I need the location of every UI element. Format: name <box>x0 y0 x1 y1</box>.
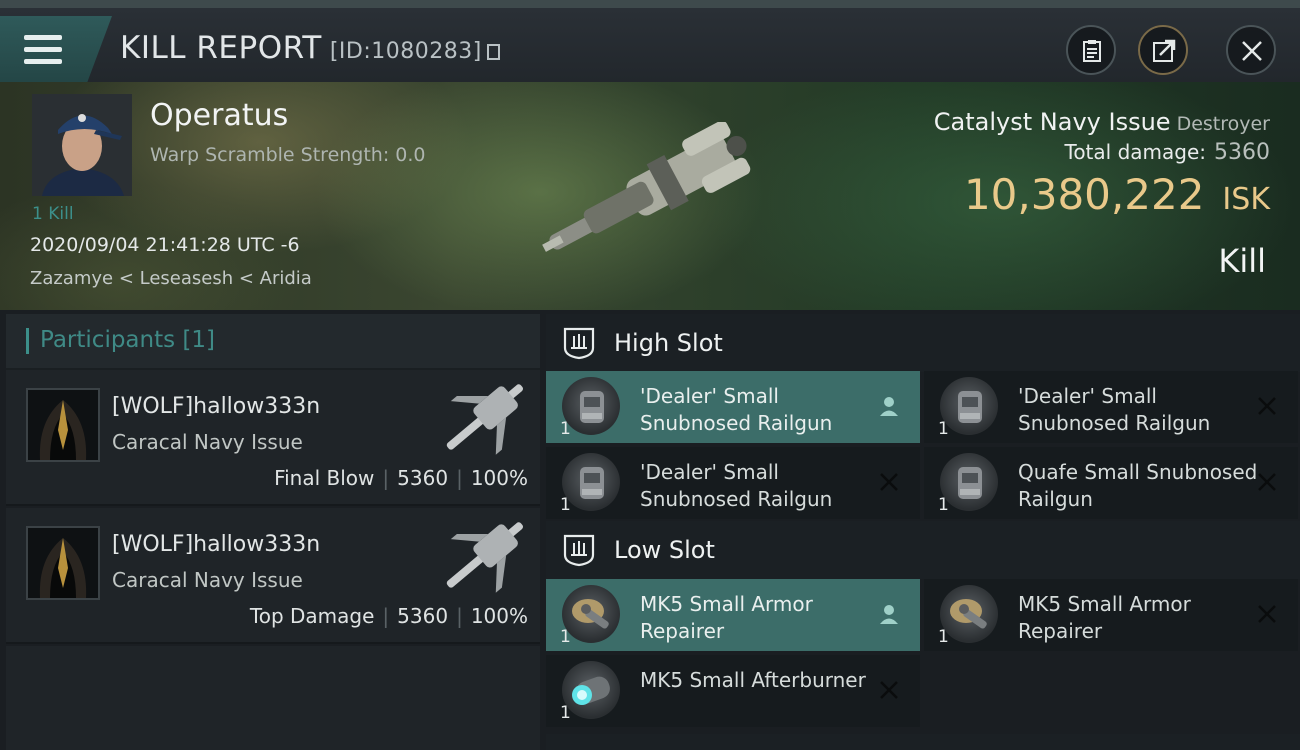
participant-ship: Caracal Navy Issue <box>112 430 303 454</box>
module-quantity: 1 <box>938 627 949 647</box>
module-name: MK5 Small Afterburner <box>640 668 866 692</box>
menu-button[interactable] <box>0 16 112 82</box>
ship-class: Destroyer <box>1176 113 1270 135</box>
victim-ship-name: Catalyst Navy Issue Destroyer <box>934 108 1270 136</box>
person-icon <box>880 605 898 624</box>
stats-separator: | <box>382 604 390 628</box>
module-name: MK5 Small Armor Repairer <box>1018 592 1191 643</box>
participant-role: Final Blow <box>274 466 375 490</box>
hooded-pilot-image <box>28 528 98 598</box>
module-item[interactable]: 1 MK5 Small Afterburner <box>546 655 920 727</box>
window-title: KILL REPORT [ID:1080283] <box>120 30 500 66</box>
participants-title: Participants [1] <box>40 327 215 353</box>
warp-scramble-strength: Warp Scramble Strength: 0.0 <box>150 144 426 166</box>
participant-role: Top Damage <box>249 604 375 628</box>
x-icon <box>1258 473 1276 491</box>
module-name: MK5 Small Armor Repairer <box>640 592 813 643</box>
title-bar: KILL REPORT [ID:1080283] <box>0 0 1300 82</box>
participant-name: [WOLF]hallow333n <box>112 532 321 557</box>
participant-damage: 5360 <box>397 466 449 490</box>
module-item[interactable]: 1 Quafe Small Snubnosed Railgun <box>924 447 1298 519</box>
participants-header: Participants [1] <box>6 314 540 370</box>
person-icon <box>880 397 898 416</box>
clipboard-button[interactable] <box>1066 25 1116 75</box>
isk-amount: 10,380,222 <box>963 170 1205 219</box>
slot-shield-icon <box>563 534 595 567</box>
module-item[interactable]: 1 'Dealer' Small Snubnosed Railgun <box>546 371 920 443</box>
module-name: 'Dealer' Small Snubnosed Railgun <box>640 460 833 511</box>
hamburger-icon <box>24 33 64 67</box>
x-icon <box>1258 605 1276 623</box>
participant-ship-image <box>446 384 524 455</box>
module-quantity: 1 <box>560 419 571 439</box>
participant-percent: 100% <box>470 466 528 490</box>
close-button[interactable] <box>1226 25 1276 75</box>
module-item[interactable]: 1 'Dealer' Small Snubnosed Railgun <box>924 371 1298 443</box>
participant-name: [WOLF]hallow333n <box>112 394 321 419</box>
participant-ship: Caracal Navy Issue <box>112 568 303 592</box>
module-name: 'Dealer' Small Snubnosed Railgun <box>1018 384 1211 435</box>
victim-ship-image <box>542 122 751 252</box>
total-damage: Total damage: 5360 <box>1065 140 1271 165</box>
low-slot-title: Low Slot <box>614 536 715 564</box>
kill-count[interactable]: 1 Kill <box>32 204 74 224</box>
close-icon <box>1242 41 1262 61</box>
module-name: 'Dealer' Small Snubnosed Railgun <box>640 384 833 435</box>
module-item[interactable]: 1 'Dealer' Small Snubnosed Railgun <box>546 447 920 519</box>
participant-avatar[interactable] <box>26 388 100 462</box>
result-label: Kill <box>1218 242 1266 280</box>
window-title-text: KILL REPORT <box>120 30 322 66</box>
victim-panel: Operatus Warp Scramble Strength: 0.0 1 K… <box>0 82 1300 310</box>
next-slot-header-peek <box>546 734 1300 750</box>
share-icon <box>1153 39 1176 62</box>
hooded-pilot-image <box>28 390 98 460</box>
copy-icon[interactable] <box>486 44 500 60</box>
module-quantity: 1 <box>560 627 571 647</box>
ship-name-text: Catalyst Navy Issue <box>933 108 1171 136</box>
module-item[interactable]: 1 MK5 Small Armor Repairer <box>924 579 1298 651</box>
stats-separator: | <box>456 604 463 628</box>
high-slot-header: High Slot <box>546 314 1300 372</box>
participant-ship-image <box>446 522 524 593</box>
module-quantity: 1 <box>560 703 571 723</box>
kill-location[interactable]: Zazamye < Leseasesh < Aridia <box>30 268 312 289</box>
x-icon <box>1258 397 1276 415</box>
isk-unit: ISK <box>1222 182 1270 217</box>
pilot-avatar-image <box>32 94 132 196</box>
high-slot-title: High Slot <box>614 329 723 357</box>
low-slot-header: Low Slot <box>546 521 1300 579</box>
x-icon <box>880 681 898 699</box>
clipboard-icon <box>1083 40 1101 62</box>
report-id: [ID:1080283] <box>329 39 482 64</box>
participant-stats: Top Damage | 5360 | 100% <box>250 604 528 628</box>
total-damage-label: Total damage: <box>1064 140 1207 164</box>
participant-percent: 100% <box>470 604 528 628</box>
pilot-name: Operatus <box>150 98 289 133</box>
participant-stats: Final Blow | 5360 | 100% <box>274 466 528 490</box>
participant-avatar[interactable] <box>26 526 100 600</box>
victim-portrait[interactable] <box>32 94 132 196</box>
participant-damage: 5360 <box>397 604 449 628</box>
participant-card[interactable]: [WOLF]hallow333n Caracal Navy Issue Fina… <box>6 370 540 506</box>
participants-list-empty-area <box>6 646 540 750</box>
participant-card[interactable]: [WOLF]hallow333n Caracal Navy Issue Top … <box>6 508 540 644</box>
module-item[interactable]: 1 MK5 Small Armor Repairer <box>546 579 920 651</box>
module-quantity: 1 <box>938 495 949 515</box>
isk-value: 10,380,222 ISK <box>964 170 1270 219</box>
total-damage-value: 5360 <box>1214 140 1270 165</box>
participants-accent-bar <box>26 328 29 354</box>
share-button[interactable] <box>1138 25 1188 75</box>
module-quantity: 1 <box>938 419 949 439</box>
slot-shield-icon <box>563 327 595 360</box>
module-name: Quafe Small Snubnosed Railgun <box>1018 460 1258 511</box>
module-quantity: 1 <box>560 495 571 515</box>
x-icon <box>880 473 898 491</box>
stats-separator: | <box>382 466 390 490</box>
stats-separator: | <box>456 466 463 490</box>
kill-datetime: 2020/09/04 21:41:28 UTC -6 <box>30 234 300 256</box>
